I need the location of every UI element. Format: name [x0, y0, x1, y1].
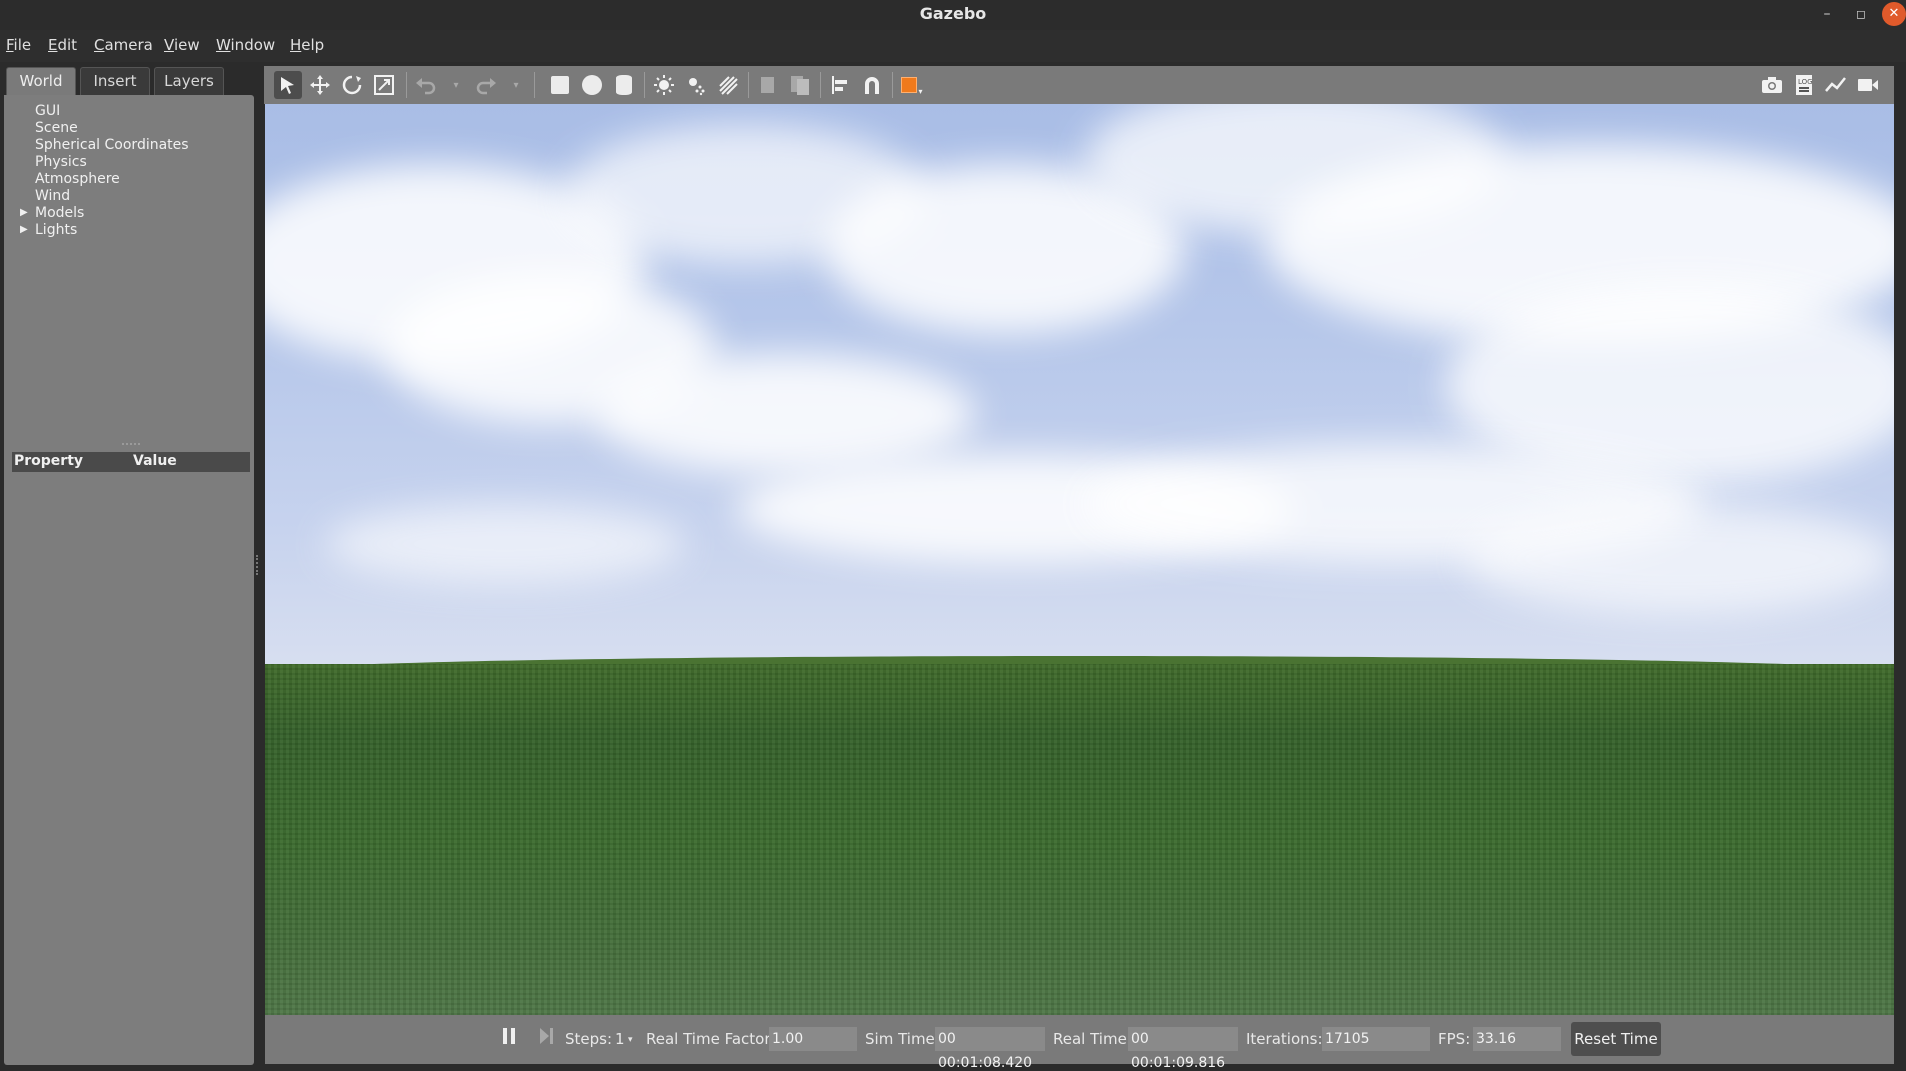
reset-time-button[interactable]: Reset Time	[1571, 1022, 1661, 1056]
directional-light-icon[interactable]	[714, 71, 742, 99]
redo-icon[interactable]	[472, 71, 500, 99]
real-time-field: 00 00:01:09.816	[1128, 1027, 1238, 1071]
sim-time-label: Sim Time:	[865, 1030, 940, 1048]
menu-window[interactable]: Window	[216, 36, 275, 54]
tree-item-spherical-coordinates[interactable]: Spherical Coordinates	[35, 137, 189, 153]
tab-layers[interactable]: Layers	[154, 67, 224, 95]
left-panel: World Insert Layers GUI Scene Spherical …	[2, 64, 254, 1065]
tree-item-lights[interactable]: Lights	[35, 222, 77, 238]
expand-arrow-icon[interactable]: ▶	[20, 224, 28, 235]
box-icon[interactable]	[546, 71, 574, 99]
svg-text:LOG: LOG	[1798, 78, 1813, 86]
pause-icon[interactable]	[501, 1027, 517, 1050]
sim-time-field: 00 00:01:08.420	[935, 1027, 1045, 1071]
panel-splitter-handle[interactable]	[122, 443, 140, 445]
sphere-icon[interactable]	[578, 71, 606, 99]
menu-view[interactable]: View	[164, 36, 200, 54]
world-tree: GUI Scene Spherical Coordinates Physics …	[4, 95, 254, 1065]
title-bar: Gazebo – ◻ ✕	[0, 0, 1906, 30]
rotate-mode-icon[interactable]	[338, 71, 366, 99]
real-time-label: Real Time:	[1053, 1030, 1132, 1048]
toolbar: ▾ ▾ ▾ LOG	[264, 66, 1894, 104]
plot-icon[interactable]	[1822, 71, 1850, 99]
menu-bar: File Edit Camera View Window Help	[0, 30, 1906, 62]
tab-world[interactable]: World	[6, 67, 76, 95]
steps-dropdown-icon[interactable]: ▾	[628, 1035, 633, 1045]
copy-icon[interactable]	[754, 71, 782, 99]
step-forward-icon[interactable]	[539, 1027, 555, 1050]
property-table-header: Property Value	[12, 452, 250, 472]
spot-light-icon[interactable]	[682, 71, 710, 99]
select-mode-icon[interactable]	[274, 71, 302, 99]
minimize-icon[interactable]: –	[1815, 3, 1839, 27]
iterations-field: 17105	[1322, 1027, 1430, 1051]
maximize-icon[interactable]: ◻	[1849, 3, 1873, 27]
real-time-factor-label: Real Time Factor:	[646, 1030, 776, 1048]
expand-arrow-icon[interactable]: ▶	[20, 207, 28, 218]
scene-viewport[interactable]	[265, 104, 1894, 1015]
property-column-header: Property	[14, 453, 84, 469]
view-angle-icon[interactable]: ▾	[898, 71, 926, 99]
record-video-icon[interactable]	[1854, 71, 1882, 99]
undo-history-dropdown-icon[interactable]: ▾	[442, 71, 470, 99]
close-icon[interactable]: ✕	[1882, 2, 1906, 26]
undo-icon[interactable]	[412, 71, 440, 99]
translate-mode-icon[interactable]	[306, 71, 334, 99]
vertical-splitter-handle[interactable]	[256, 555, 258, 575]
fps-label: FPS:	[1438, 1030, 1471, 1048]
menu-help[interactable]: Help	[290, 36, 324, 54]
screenshot-icon[interactable]	[1758, 71, 1786, 99]
tab-insert[interactable]: Insert	[80, 67, 150, 95]
real-time-factor-field: 1.00	[769, 1027, 857, 1051]
point-light-icon[interactable]	[650, 71, 678, 99]
tree-item-gui[interactable]: GUI	[35, 103, 60, 119]
log-icon[interactable]: LOG	[1790, 71, 1818, 99]
fps-field: 33.16	[1473, 1027, 1561, 1051]
steps-label: Steps:	[565, 1030, 613, 1048]
paste-icon[interactable]	[786, 71, 814, 99]
tree-item-models[interactable]: Models	[35, 205, 84, 221]
scale-mode-icon[interactable]	[370, 71, 398, 99]
redo-history-dropdown-icon[interactable]: ▾	[502, 71, 530, 99]
value-column-header: Value	[133, 453, 177, 469]
window-title: Gazebo	[919, 4, 987, 23]
menu-edit[interactable]: Edit	[48, 36, 77, 54]
tree-item-scene[interactable]: Scene	[35, 120, 78, 136]
tree-item-atmosphere[interactable]: Atmosphere	[35, 171, 120, 187]
tree-item-physics[interactable]: Physics	[35, 154, 87, 170]
cylinder-icon[interactable]	[610, 71, 638, 99]
steps-value[interactable]: 1	[615, 1030, 625, 1048]
align-icon[interactable]	[826, 71, 854, 99]
snap-icon[interactable]	[858, 71, 886, 99]
tree-item-wind[interactable]: Wind	[35, 188, 70, 204]
menu-file[interactable]: File	[6, 36, 31, 54]
time-panel: Steps: 1 ▾ Real Time Factor: 1.00 Sim Ti…	[265, 1015, 1894, 1071]
sky	[265, 104, 1894, 674]
menu-camera[interactable]: Camera	[94, 36, 153, 54]
iterations-label: Iterations:	[1246, 1030, 1323, 1048]
